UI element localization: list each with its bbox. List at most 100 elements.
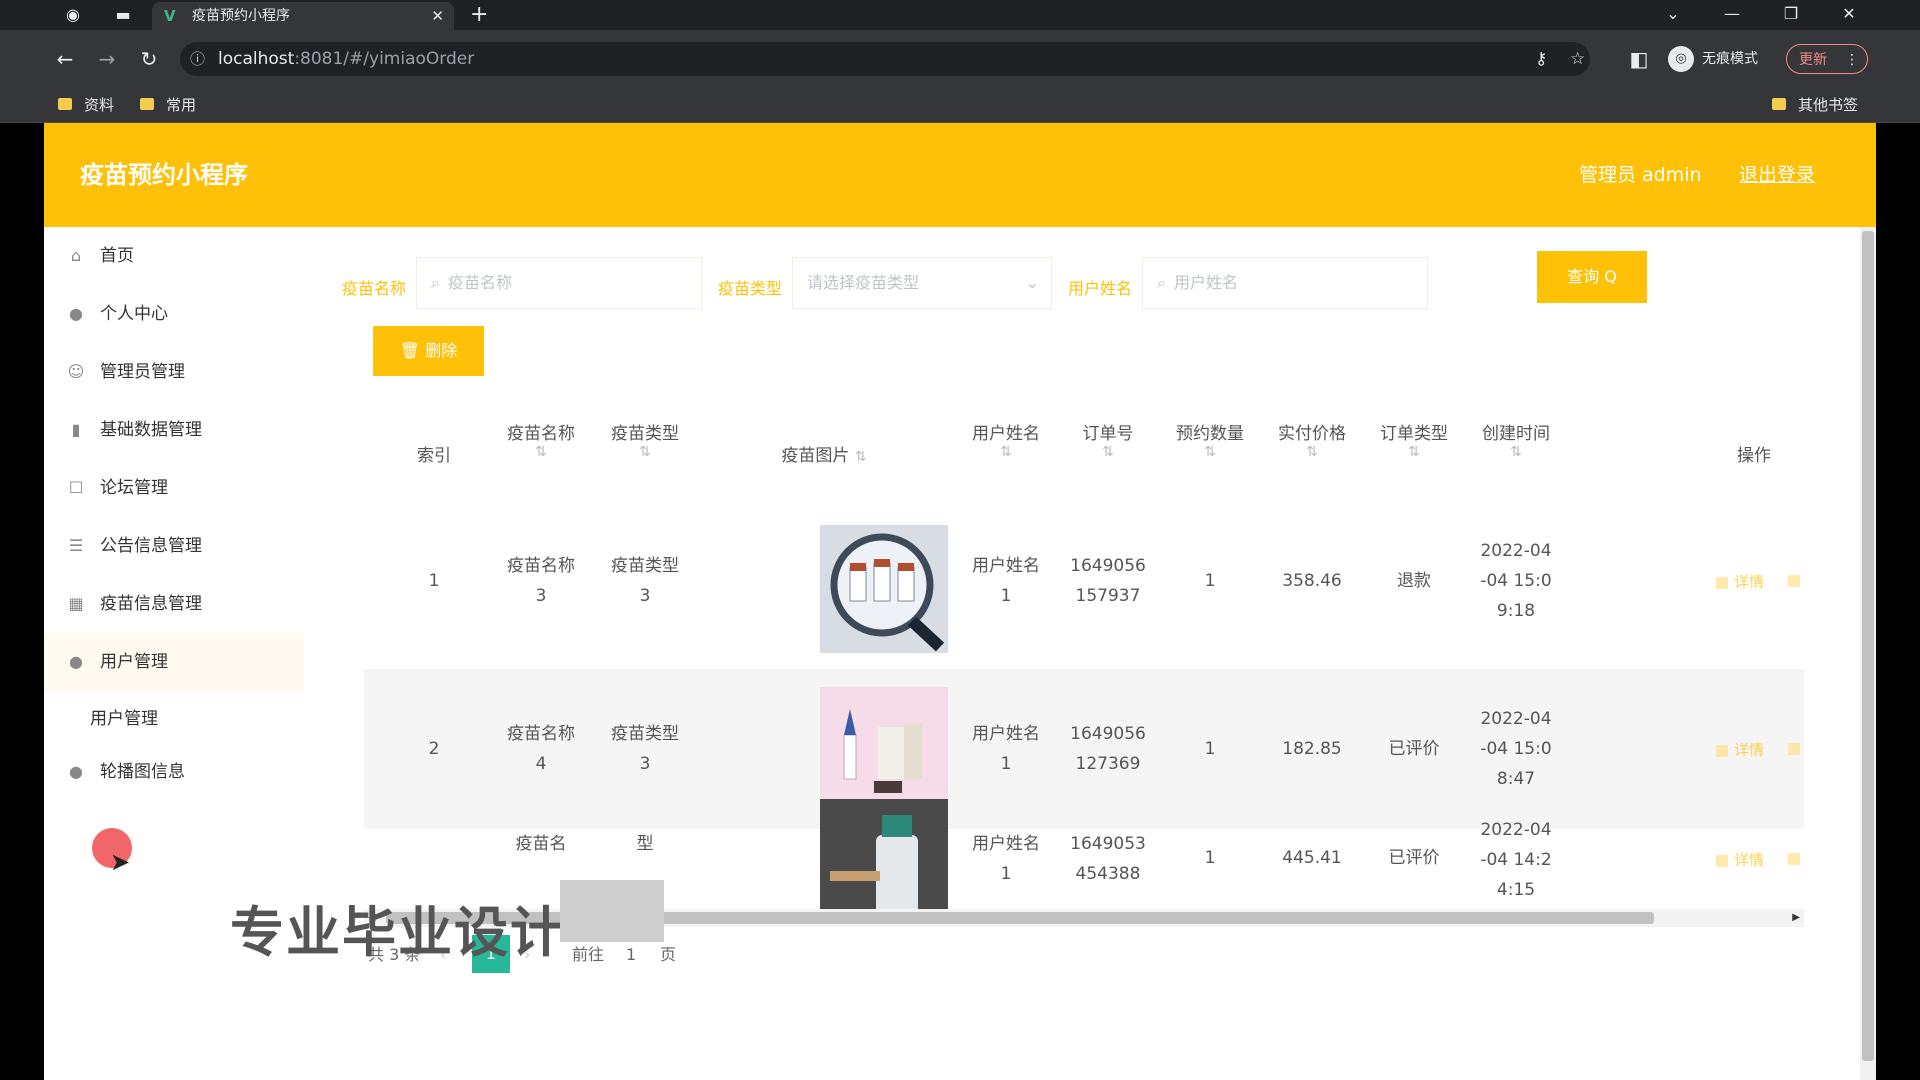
- more-action-button[interactable]: [1788, 571, 1806, 589]
- sidebar-item-home[interactable]: ⌂ 首页: [44, 227, 304, 285]
- detail-button[interactable]: 详情: [1716, 849, 1764, 870]
- chevron-down-icon: ⌄: [1025, 273, 1039, 292]
- side-panel-icon[interactable]: ◧: [1626, 46, 1652, 72]
- col-user-name[interactable]: 用户姓名 ⇅: [964, 419, 1048, 460]
- sidebar-subitem-user-management[interactable]: 用户管理: [44, 693, 304, 745]
- sidebar-item-notices[interactable]: ☰ 公告信息管理: [44, 517, 304, 575]
- image-icon: ●: [69, 762, 83, 781]
- tab-close-icon[interactable]: ✕: [431, 2, 444, 30]
- browser-tab[interactable]: V 疫苗预约小程序 ✕: [152, 2, 454, 30]
- col-vaccine-image[interactable]: 疫苗图片 ⇅: [759, 441, 889, 466]
- detail-icon: [1716, 576, 1728, 589]
- vaccine-name-input[interactable]: ⌕ 疫苗名称: [416, 257, 702, 309]
- search-icon: ⌕: [1157, 273, 1166, 292]
- detail-icon: [1716, 744, 1728, 757]
- action-icon: [1788, 852, 1800, 865]
- vue-favicon-icon: V: [164, 7, 176, 25]
- new-tab-icon[interactable]: +: [470, 2, 488, 28]
- app-brand: 疫苗预约小程序: [80, 161, 248, 189]
- sort-icon[interactable]: ⇅: [1270, 444, 1354, 460]
- more-action-button[interactable]: [1788, 739, 1806, 757]
- status-badge: 退款: [1397, 571, 1431, 591]
- restore-icon[interactable]: ❐: [1768, 0, 1814, 30]
- table-row[interactable]: 1 疫苗名称 3 疫苗类型 3 用户姓名 1 1649056 157937 1 358.…: [364, 509, 1804, 669]
- user-name-input[interactable]: ⌕ 用户姓名: [1142, 257, 1428, 309]
- action-icon: [1788, 742, 1800, 755]
- scroll-right-icon[interactable]: ▶: [1792, 909, 1800, 927]
- sidebar-item-carousel[interactable]: ● 轮播图信息: [44, 743, 304, 801]
- sidebar-item-base-data[interactable]: ▮ 基础数据管理: [44, 401, 304, 459]
- status-badge: 已评价: [1388, 848, 1440, 868]
- tab-search-chevron-icon[interactable]: ⌄: [1650, 0, 1696, 30]
- watermark-text: 专业毕业设计: [230, 901, 566, 964]
- table-row[interactable]: 2 疫苗名称 4 疫苗类型 3 用户姓名 1 1649056 127369 1 182.…: [364, 669, 1804, 829]
- browser-logo-icon[interactable]: ◉: [62, 4, 84, 26]
- sidebar-item-users[interactable]: ● 用户管理: [44, 633, 304, 691]
- detail-button[interactable]: 详情: [1716, 571, 1764, 592]
- sort-icon[interactable]: ⇅: [964, 444, 1048, 460]
- query-button[interactable]: 查询 Q: [1537, 251, 1647, 303]
- vaccine-thumbnail[interactable]: [820, 525, 948, 653]
- col-price[interactable]: 实付价格 ⇅: [1270, 419, 1354, 460]
- sort-icon[interactable]: ⇅: [1066, 444, 1150, 460]
- sort-icon[interactable]: ⇅: [855, 449, 867, 465]
- col-order-no[interactable]: 订单号 ⇅: [1066, 419, 1150, 460]
- col-vaccine-type[interactable]: 疫苗类型 ⇅: [604, 419, 686, 460]
- search-label-vaccine-type: 疫苗类型: [718, 279, 783, 298]
- sidebar-item-admins[interactable]: ☺ 管理员管理: [44, 343, 304, 401]
- col-quantity[interactable]: 预约数量 ⇅: [1168, 419, 1252, 460]
- browser-tab-strip: ◉ ▬ V 疫苗预约小程序 ✕ + ⌄ — ❐ ✕: [0, 0, 1920, 30]
- user-icon: ●: [69, 652, 83, 671]
- status-badge: 已评价: [1388, 739, 1440, 759]
- vaccine-type-select[interactable]: 请选择疫苗类型 ⌄: [792, 257, 1052, 309]
- scrollbar-thumb[interactable]: [1862, 231, 1874, 1061]
- current-user: 管理员 admin: [1579, 164, 1702, 186]
- sort-icon[interactable]: ⇅: [1372, 444, 1456, 460]
- site-info-icon[interactable]: ⓘ: [190, 42, 205, 76]
- reload-icon[interactable]: ↻: [136, 46, 162, 72]
- vaccine-thumbnail[interactable]: [820, 687, 948, 815]
- home-icon: ⌂: [70, 246, 82, 265]
- folder-icon: [1772, 97, 1786, 110]
- more-menu-icon[interactable]: ⋮: [1845, 45, 1859, 75]
- sort-icon[interactable]: ⇅: [604, 444, 686, 460]
- update-button[interactable]: 更新 ⋮: [1786, 44, 1868, 74]
- address-bar[interactable]: ⓘ localhost:8081/#/yimiaoOrder ⚷ ☆: [180, 42, 1590, 76]
- page-vertical-scrollbar[interactable]: [1860, 227, 1876, 1080]
- person-icon: ●: [69, 304, 83, 323]
- bookmark-star-icon[interactable]: ☆: [1570, 42, 1585, 76]
- admin-icon: ☺: [67, 362, 85, 381]
- sort-icon[interactable]: ⇅: [1168, 444, 1252, 460]
- sidebar-item-forum[interactable]: ☐ 论坛管理: [44, 459, 304, 517]
- sidebar-item-vaccines[interactable]: ▦ 疫苗信息管理: [44, 575, 304, 633]
- sidebar-item-profile[interactable]: ● 个人中心: [44, 285, 304, 343]
- col-order-type[interactable]: 订单类型 ⇅: [1372, 419, 1456, 460]
- password-key-icon[interactable]: ⚷: [1535, 42, 1547, 76]
- incognito-indicator[interactable]: ◎ 无痕模式: [1668, 42, 1758, 76]
- bookmark-folder-1[interactable]: 资料: [58, 88, 114, 122]
- update-label: 更新: [1799, 52, 1827, 68]
- grid-icon: ▦: [68, 594, 84, 613]
- col-created-time[interactable]: 创建时间 ⇅: [1474, 419, 1558, 460]
- sort-icon[interactable]: ⇅: [1474, 444, 1558, 460]
- delete-button[interactable]: 🗑 删除: [373, 326, 484, 376]
- vaccine-thumbnail[interactable]: [820, 799, 948, 927]
- forward-icon[interactable]: →: [94, 46, 120, 72]
- sort-icon[interactable]: ⇅: [500, 444, 582, 460]
- window-icon[interactable]: ▬: [112, 4, 134, 26]
- detail-button[interactable]: 详情: [1716, 739, 1764, 760]
- folder-icon: [140, 97, 154, 110]
- col-vaccine-name[interactable]: 疫苗名称 ⇅: [500, 419, 582, 460]
- more-action-button[interactable]: [1788, 849, 1806, 867]
- back-icon[interactable]: ←: [52, 46, 78, 72]
- bookmark-folder-2[interactable]: 常用: [140, 88, 196, 122]
- other-bookmarks[interactable]: 其他书签: [1772, 88, 1858, 122]
- incognito-label: 无痕模式: [1702, 51, 1758, 67]
- mouse-cursor-icon: ➤: [110, 848, 131, 876]
- logout-link[interactable]: 退出登录: [1739, 123, 1815, 227]
- search-icon: ⌕: [431, 273, 440, 292]
- minimize-icon[interactable]: —: [1709, 0, 1755, 30]
- bookmarks-bar: 资料 常用 其他书签: [0, 88, 1920, 123]
- window-close-icon[interactable]: ✕: [1826, 0, 1872, 30]
- action-icon: [1788, 574, 1800, 587]
